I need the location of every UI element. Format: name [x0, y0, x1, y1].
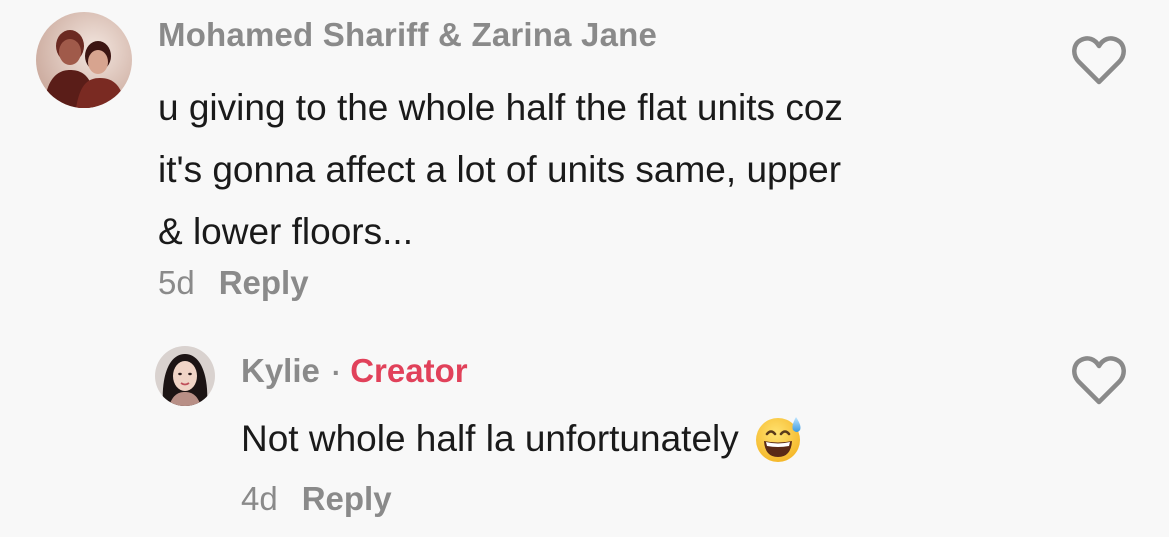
- comment-timestamp: 5d: [158, 264, 195, 301]
- comment-meta: 5d Reply: [158, 264, 309, 302]
- reply-meta: 4d Reply: [241, 480, 392, 518]
- comment-text: u giving to the whole half the flat unit…: [158, 77, 1018, 263]
- comment-author-avatar[interactable]: [36, 12, 132, 108]
- creator-badge: Creator: [350, 352, 468, 389]
- heart-outline-icon[interactable]: [1071, 36, 1127, 86]
- reply-text: Not whole half la unfortunately: [241, 418, 739, 459]
- comment-text-line: it's gonna affect a lot of units same, u…: [158, 149, 842, 190]
- separator-dot: ·: [331, 357, 342, 388]
- comment-text-line: u giving to the whole half the flat unit…: [158, 87, 843, 128]
- grinning-face-with-sweat-emoji-icon: [753, 413, 805, 465]
- comment-reply-button[interactable]: Reply: [219, 264, 309, 302]
- comment-thread: Mohamed Shariff & Zarina Jane u giving t…: [0, 0, 1169, 537]
- reply-timestamp: 4d: [241, 480, 278, 517]
- comment-author-name[interactable]: Mohamed Shariff & Zarina Jane: [158, 16, 657, 54]
- reply-header: Kylie · Creator: [241, 352, 468, 390]
- reply-author-name[interactable]: Kylie: [241, 352, 320, 390]
- reply-author-avatar[interactable]: [155, 346, 215, 406]
- reply-reply-button[interactable]: Reply: [302, 480, 392, 518]
- heart-outline-icon[interactable]: [1071, 356, 1127, 406]
- comment-text-line: & lower floors...: [158, 211, 413, 252]
- reply-text-row: Not whole half la unfortunately: [241, 410, 805, 468]
